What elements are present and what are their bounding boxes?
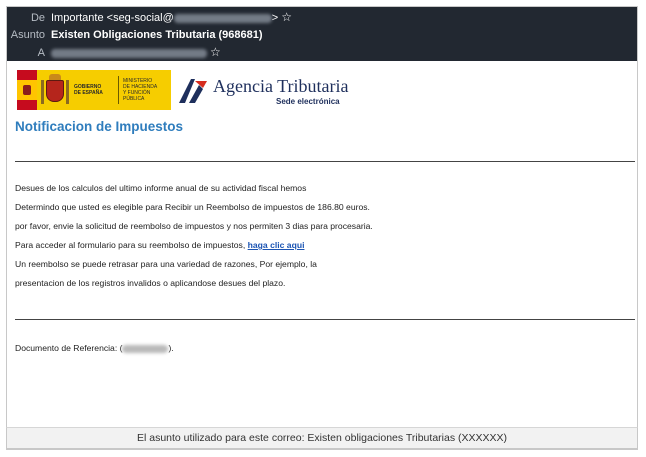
agencia-tributaria-icon <box>179 79 207 103</box>
body-line-2: Determindo que usted es elegible para Re… <box>15 202 370 212</box>
reference-label: Documento de Referencia: ( <box>15 343 123 353</box>
body-line-6: presentacion de los registros invalidos … <box>15 278 286 288</box>
from-label: De <box>30 12 45 24</box>
from-row: De Importante <seg-social@ > ☆ <box>7 9 292 25</box>
redacted-reference <box>122 344 169 353</box>
gobierno-espana-logo: GOBIERNO DE ESPAÑA MINISTERIO DE HACIEND… <box>17 70 171 110</box>
redacted-sender-domain <box>173 13 272 23</box>
body-line-1: Desues de los calculos del ultimo inform… <box>15 183 307 193</box>
subject-row: Asunto Existen Obligaciones Tributaria (9… <box>7 27 263 43</box>
to-row: A ☆ <box>7 44 221 60</box>
agencia-subtitle: Sede electrónica <box>276 97 340 106</box>
subject-label: Asunto <box>10 29 45 41</box>
body-line-5: Un reembolso se puede retrasar para una … <box>15 259 317 269</box>
redacted-recipient <box>51 48 207 58</box>
star-outline-icon[interactable]: ☆ <box>210 44 221 60</box>
ministerio-text: MINISTERIO DE HACIENDA Y FUNCIÓN PÚBLICA <box>123 78 158 102</box>
divider <box>15 319 635 320</box>
from-close: > <box>271 12 279 24</box>
spain-flag-icon <box>17 70 37 110</box>
body-line-4-text: Para acceder al formulario para su reemb… <box>15 240 248 250</box>
email-preview: De Importante <seg-social@ > ☆ Asunto Existe… <box>6 6 638 450</box>
email-header: De Importante <seg-social@ > ☆ Asunto Existe… <box>7 7 637 61</box>
gobierno-text: GOBIERNO DE ESPAÑA <box>74 84 103 96</box>
screenshot-caption: El asunto utilizado para este correo: Ex… <box>6 427 638 449</box>
click-here-link[interactable]: haga clic aqui <box>248 240 305 250</box>
body-line-4: Para acceder al formulario para su reemb… <box>15 240 304 250</box>
from-value[interactable]: Importante <seg-social@ <box>51 12 174 24</box>
star-outline-icon[interactable]: ☆ <box>281 9 292 25</box>
subject-value: Existen Obligaciones Tributaria (968681) <box>51 29 263 41</box>
email-title: Notificacion de Impuestos <box>15 119 184 134</box>
to-label: A <box>37 47 45 59</box>
reference-close: ). <box>168 343 174 353</box>
reference-line: Documento de Referencia: (). <box>15 343 174 353</box>
divider <box>15 161 635 162</box>
agencia-tributaria-logo: Agencia Tributaria Sede electrónica <box>175 71 349 109</box>
agencia-name: Agencia Tributaria <box>213 76 349 96</box>
coat-of-arms-icon <box>40 72 70 108</box>
body-line-3: por favor, envie la solicitud de reembol… <box>15 221 373 231</box>
